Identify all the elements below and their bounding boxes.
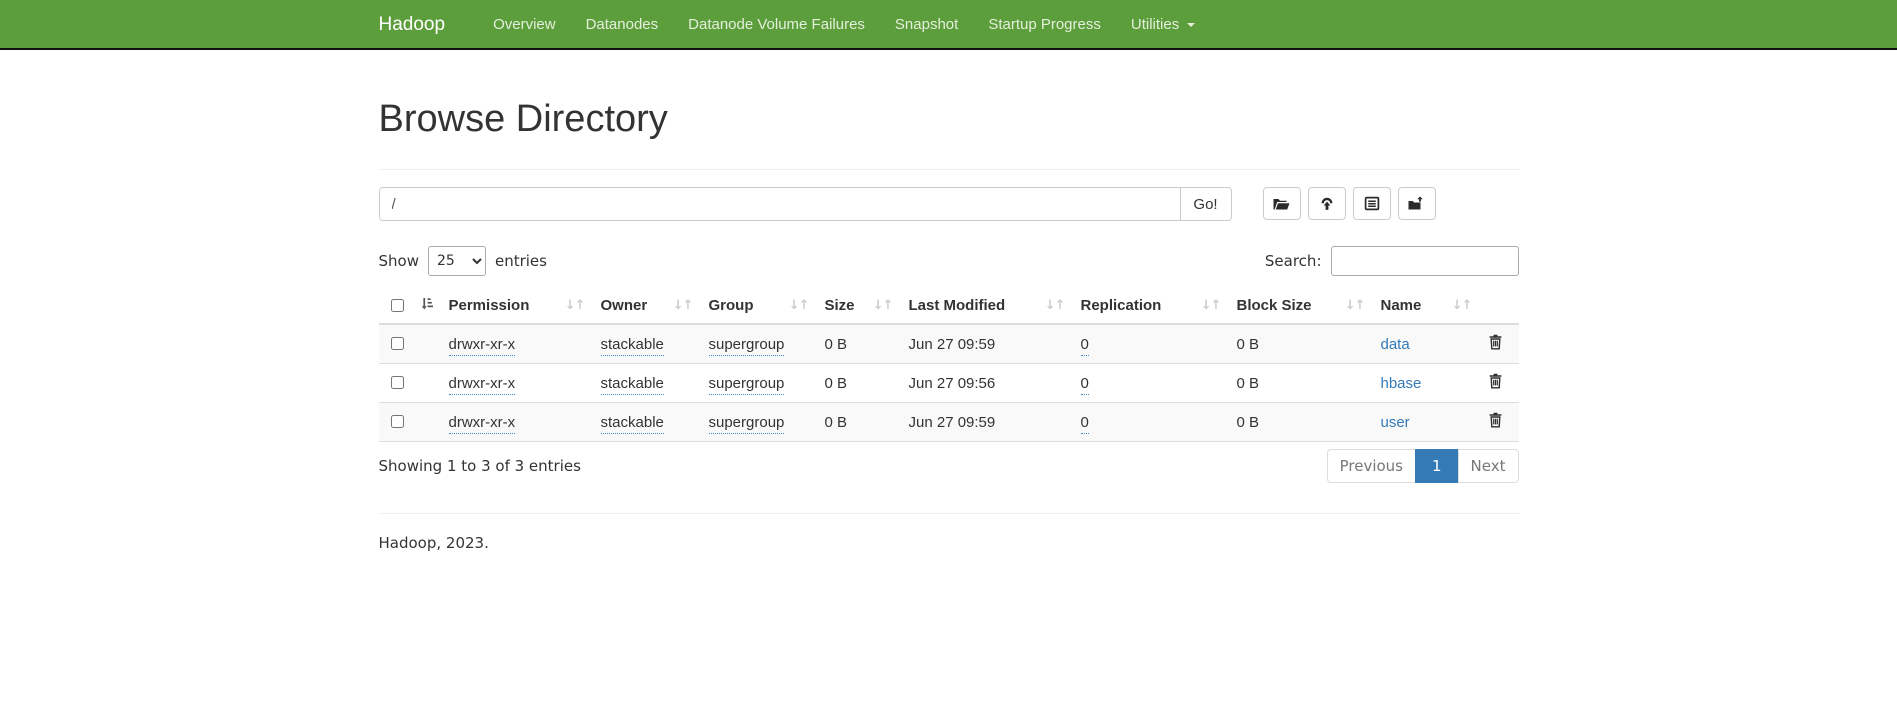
permission-value[interactable]: drwxr-xr-x bbox=[449, 414, 516, 434]
group-value[interactable]: supergroup bbox=[709, 336, 785, 356]
header-group[interactable]: Group bbox=[709, 297, 754, 314]
table-row: drwxr-xr-x stackable supergroup 0 B Jun … bbox=[379, 324, 1519, 364]
folder-open-icon bbox=[1273, 196, 1290, 211]
group-value[interactable]: supergroup bbox=[709, 414, 785, 434]
divider-bottom bbox=[379, 513, 1519, 514]
replication-value[interactable]: 0 bbox=[1081, 336, 1089, 356]
replication-value[interactable]: 0 bbox=[1081, 375, 1089, 395]
last-modified-value: Jun 27 09:59 bbox=[909, 414, 996, 431]
header-actions bbox=[1480, 288, 1519, 324]
navbar-brand[interactable]: Hadoop bbox=[379, 0, 461, 50]
pagination-next[interactable]: Next bbox=[1458, 449, 1519, 483]
page-title: Browse Directory bbox=[379, 98, 1519, 141]
file-action-buttons bbox=[1263, 187, 1436, 220]
sort-icon[interactable]: ↓↑ bbox=[1045, 298, 1065, 313]
owner-value[interactable]: stackable bbox=[601, 375, 664, 395]
main-content: Browse Directory Go! bbox=[364, 98, 1534, 552]
navbar-menu: Overview Datanodes Datanode Volume Failu… bbox=[478, 0, 1210, 50]
upload-icon bbox=[1319, 196, 1335, 211]
sort-icon[interactable]: ↓↑ bbox=[1201, 298, 1221, 313]
path-bar: Go! bbox=[379, 187, 1519, 221]
page-size-select[interactable]: 25 bbox=[428, 246, 486, 276]
select-all-checkbox[interactable] bbox=[391, 299, 404, 312]
header-size[interactable]: Size bbox=[825, 297, 855, 314]
pagination-page-1[interactable]: 1 bbox=[1415, 449, 1459, 483]
header-name[interactable]: Name bbox=[1381, 297, 1422, 314]
path-input-group: Go! bbox=[379, 187, 1232, 221]
row-checkbox[interactable] bbox=[391, 415, 404, 428]
table-footer: Showing 1 to 3 of 3 entries Previous 1 N… bbox=[379, 449, 1519, 483]
nav-item-overview[interactable]: Overview bbox=[478, 0, 571, 50]
table-body: drwxr-xr-x stackable supergroup 0 B Jun … bbox=[379, 324, 1519, 442]
size-value: 0 B bbox=[825, 414, 848, 431]
sort-icon[interactable]: ↓↑ bbox=[873, 298, 893, 313]
caret-down-icon bbox=[1187, 23, 1195, 27]
sort-icon[interactable]: ↓↑ bbox=[673, 298, 693, 313]
go-button[interactable]: Go! bbox=[1180, 187, 1232, 221]
divider-top bbox=[379, 169, 1519, 170]
list-view-button[interactable] bbox=[1353, 187, 1391, 220]
block-size-value: 0 B bbox=[1237, 414, 1260, 431]
sort-active-icon[interactable] bbox=[420, 297, 433, 314]
trash-icon[interactable] bbox=[1488, 373, 1503, 393]
nav-item-startup-progress[interactable]: Startup Progress bbox=[973, 0, 1116, 50]
directory-table: Permission ↓↑ Owner ↓↑ Group ↓↑ Size ↓↑ Last… bbox=[379, 288, 1519, 442]
move-folder-button[interactable] bbox=[1398, 187, 1436, 220]
search-input[interactable] bbox=[1331, 246, 1519, 276]
permission-value[interactable]: drwxr-xr-x bbox=[449, 336, 516, 356]
header-last-modified[interactable]: Last Modified bbox=[909, 297, 1006, 314]
header-block-size[interactable]: Block Size bbox=[1237, 297, 1312, 314]
table-header-row: Permission ↓↑ Owner ↓↑ Group ↓↑ Size ↓↑ Last… bbox=[379, 288, 1519, 324]
header-replication[interactable]: Replication bbox=[1081, 297, 1162, 314]
show-label: Show bbox=[379, 252, 419, 270]
list-icon bbox=[1364, 196, 1380, 211]
table-row: drwxr-xr-x stackable supergroup 0 B Jun … bbox=[379, 364, 1519, 403]
block-size-value: 0 B bbox=[1237, 375, 1260, 392]
entries-label: entries bbox=[495, 252, 547, 270]
directory-link[interactable]: hbase bbox=[1381, 375, 1422, 392]
owner-value[interactable]: stackable bbox=[601, 414, 664, 434]
trash-icon[interactable] bbox=[1488, 334, 1503, 354]
pagination-previous[interactable]: Previous bbox=[1327, 449, 1416, 483]
size-value: 0 B bbox=[825, 336, 848, 353]
entries-info: Showing 1 to 3 of 3 entries bbox=[379, 457, 581, 475]
directory-link[interactable]: user bbox=[1381, 414, 1410, 431]
sort-icon[interactable]: ↓↑ bbox=[1452, 298, 1472, 313]
table-row: drwxr-xr-x stackable supergroup 0 B Jun … bbox=[379, 403, 1519, 442]
row-checkbox[interactable] bbox=[391, 376, 404, 389]
directory-path-input[interactable] bbox=[379, 187, 1181, 221]
nav-item-snapshot[interactable]: Snapshot bbox=[880, 0, 973, 50]
permission-value[interactable]: drwxr-xr-x bbox=[449, 375, 516, 395]
sort-icon[interactable]: ↓↑ bbox=[789, 298, 809, 313]
sort-icon[interactable]: ↓↑ bbox=[1345, 298, 1365, 313]
utilities-label: Utilities bbox=[1131, 0, 1179, 50]
search-label: Search: bbox=[1265, 252, 1322, 270]
row-checkbox[interactable] bbox=[391, 337, 404, 350]
last-modified-value: Jun 27 09:56 bbox=[909, 375, 996, 392]
replication-value[interactable]: 0 bbox=[1081, 414, 1089, 434]
group-value[interactable]: supergroup bbox=[709, 375, 785, 395]
site-footer: Hadoop, 2023. bbox=[379, 534, 1519, 552]
block-size-value: 0 B bbox=[1237, 336, 1260, 353]
size-value: 0 B bbox=[825, 375, 848, 392]
trash-icon[interactable] bbox=[1488, 412, 1503, 432]
folder-move-icon bbox=[1408, 196, 1425, 211]
nav-item-datanode-volume-failures[interactable]: Datanode Volume Failures bbox=[673, 0, 880, 50]
directory-link[interactable]: data bbox=[1381, 336, 1410, 353]
table-controls: Show 25 entries Search: bbox=[379, 246, 1519, 276]
owner-value[interactable]: stackable bbox=[601, 336, 664, 356]
nav-item-datanodes[interactable]: Datanodes bbox=[571, 0, 674, 50]
header-owner[interactable]: Owner bbox=[601, 297, 648, 314]
open-folder-button[interactable] bbox=[1263, 187, 1301, 220]
header-permission[interactable]: Permission bbox=[449, 297, 530, 314]
pagination: Previous 1 Next bbox=[1327, 449, 1519, 483]
sort-icon[interactable]: ↓↑ bbox=[565, 298, 585, 313]
last-modified-value: Jun 27 09:59 bbox=[909, 336, 996, 353]
navbar: Hadoop Overview Datanodes Datanode Volum… bbox=[0, 0, 1897, 50]
nav-item-utilities[interactable]: Utilities bbox=[1116, 0, 1210, 50]
upload-file-button[interactable] bbox=[1308, 187, 1346, 220]
